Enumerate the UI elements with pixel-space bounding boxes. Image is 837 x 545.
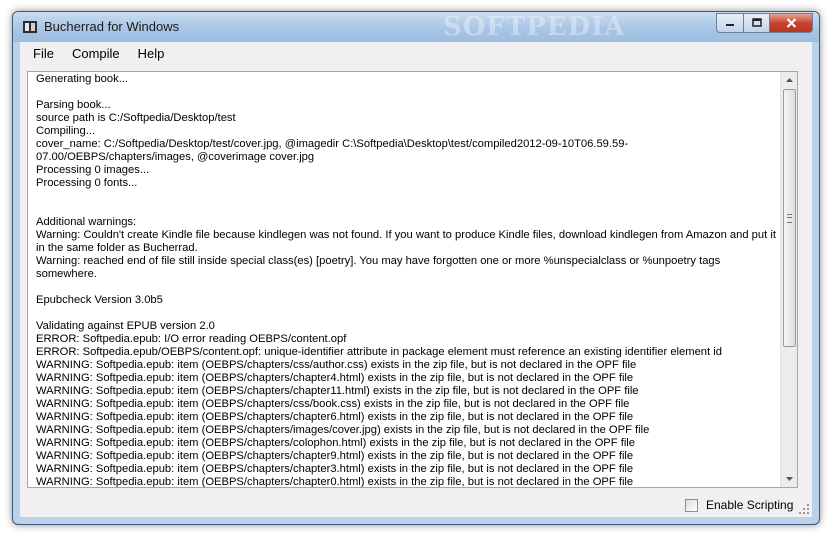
enable-scripting-checkbox[interactable] bbox=[685, 498, 698, 512]
scroll-thumb[interactable] bbox=[783, 89, 796, 347]
title-bar[interactable]: Bucherrad for Windows SOFTPEDIA bbox=[13, 12, 819, 42]
menu-compile[interactable]: Compile bbox=[63, 43, 129, 65]
minimize-icon bbox=[726, 24, 734, 26]
scroll-down-button[interactable] bbox=[781, 471, 797, 487]
scroll-up-icon bbox=[785, 78, 793, 82]
watermark-text: SOFTPEDIA bbox=[443, 12, 626, 42]
grip-icon bbox=[787, 213, 792, 223]
maximize-button[interactable] bbox=[744, 13, 770, 33]
menu-help[interactable]: Help bbox=[129, 43, 174, 65]
app-icon bbox=[23, 21, 37, 33]
minimize-button[interactable] bbox=[716, 13, 744, 33]
resize-grip-icon[interactable] bbox=[798, 503, 810, 515]
menu-bar: File Compile Help bbox=[20, 42, 812, 66]
close-button[interactable] bbox=[770, 13, 813, 33]
app-window: Bucherrad for Windows SOFTPEDIA File Com… bbox=[12, 11, 820, 525]
vertical-scrollbar[interactable] bbox=[780, 72, 797, 487]
scroll-up-button[interactable] bbox=[781, 72, 797, 88]
output-log[interactable]: Generating book... Parsing book... sourc… bbox=[27, 71, 798, 488]
log-text: Generating book... Parsing book... sourc… bbox=[36, 73, 776, 488]
caption-buttons bbox=[716, 13, 813, 33]
enable-scripting-label: Enable Scripting bbox=[706, 498, 794, 512]
client-area: File Compile Help Generating book... Par… bbox=[20, 42, 812, 517]
menu-file[interactable]: File bbox=[24, 43, 63, 65]
scroll-down-icon bbox=[785, 477, 793, 481]
window-title: Bucherrad for Windows bbox=[44, 19, 180, 34]
close-icon bbox=[786, 18, 796, 28]
maximize-icon bbox=[751, 18, 762, 27]
enable-scripting-row[interactable]: Enable Scripting bbox=[685, 498, 793, 512]
